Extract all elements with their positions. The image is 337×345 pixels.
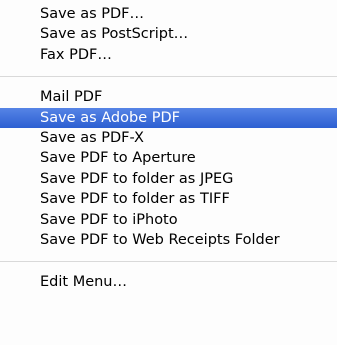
pdf-menu: Save as PDF… Save as PostScript… Fax PDF… <box>0 0 337 345</box>
menu-item-save-pdf-to-aperture[interactable]: Save PDF to Aperture <box>0 148 337 168</box>
menu-item-save-as-pdf-x[interactable]: Save as PDF-X <box>0 128 337 148</box>
menu-item-save-pdf-to-iphoto[interactable]: Save PDF to iPhoto <box>0 210 337 230</box>
menu-item-save-pdf-folder-jpeg[interactable]: Save PDF to folder as JPEG <box>0 169 337 189</box>
menu-separator <box>0 250 337 272</box>
menu-item-mail-pdf[interactable]: Mail PDF <box>0 87 337 107</box>
menu-item-edit-menu[interactable]: Edit Menu… <box>0 272 337 292</box>
menu-item-save-pdf-folder-tiff[interactable]: Save PDF to folder as TIFF <box>0 189 337 209</box>
menu-item-fax-pdf[interactable]: Fax PDF… <box>0 45 337 65</box>
menu-item-save-as-adobe-pdf[interactable]: Save as Adobe PDF <box>0 107 337 128</box>
menu-separator <box>0 65 337 87</box>
menu-item-save-pdf-web-receipts[interactable]: Save PDF to Web Receipts Folder <box>0 230 337 250</box>
menu-item-save-as-postscript[interactable]: Save as PostScript… <box>0 24 337 44</box>
menu-item-save-as-pdf[interactable]: Save as PDF… <box>0 4 337 24</box>
